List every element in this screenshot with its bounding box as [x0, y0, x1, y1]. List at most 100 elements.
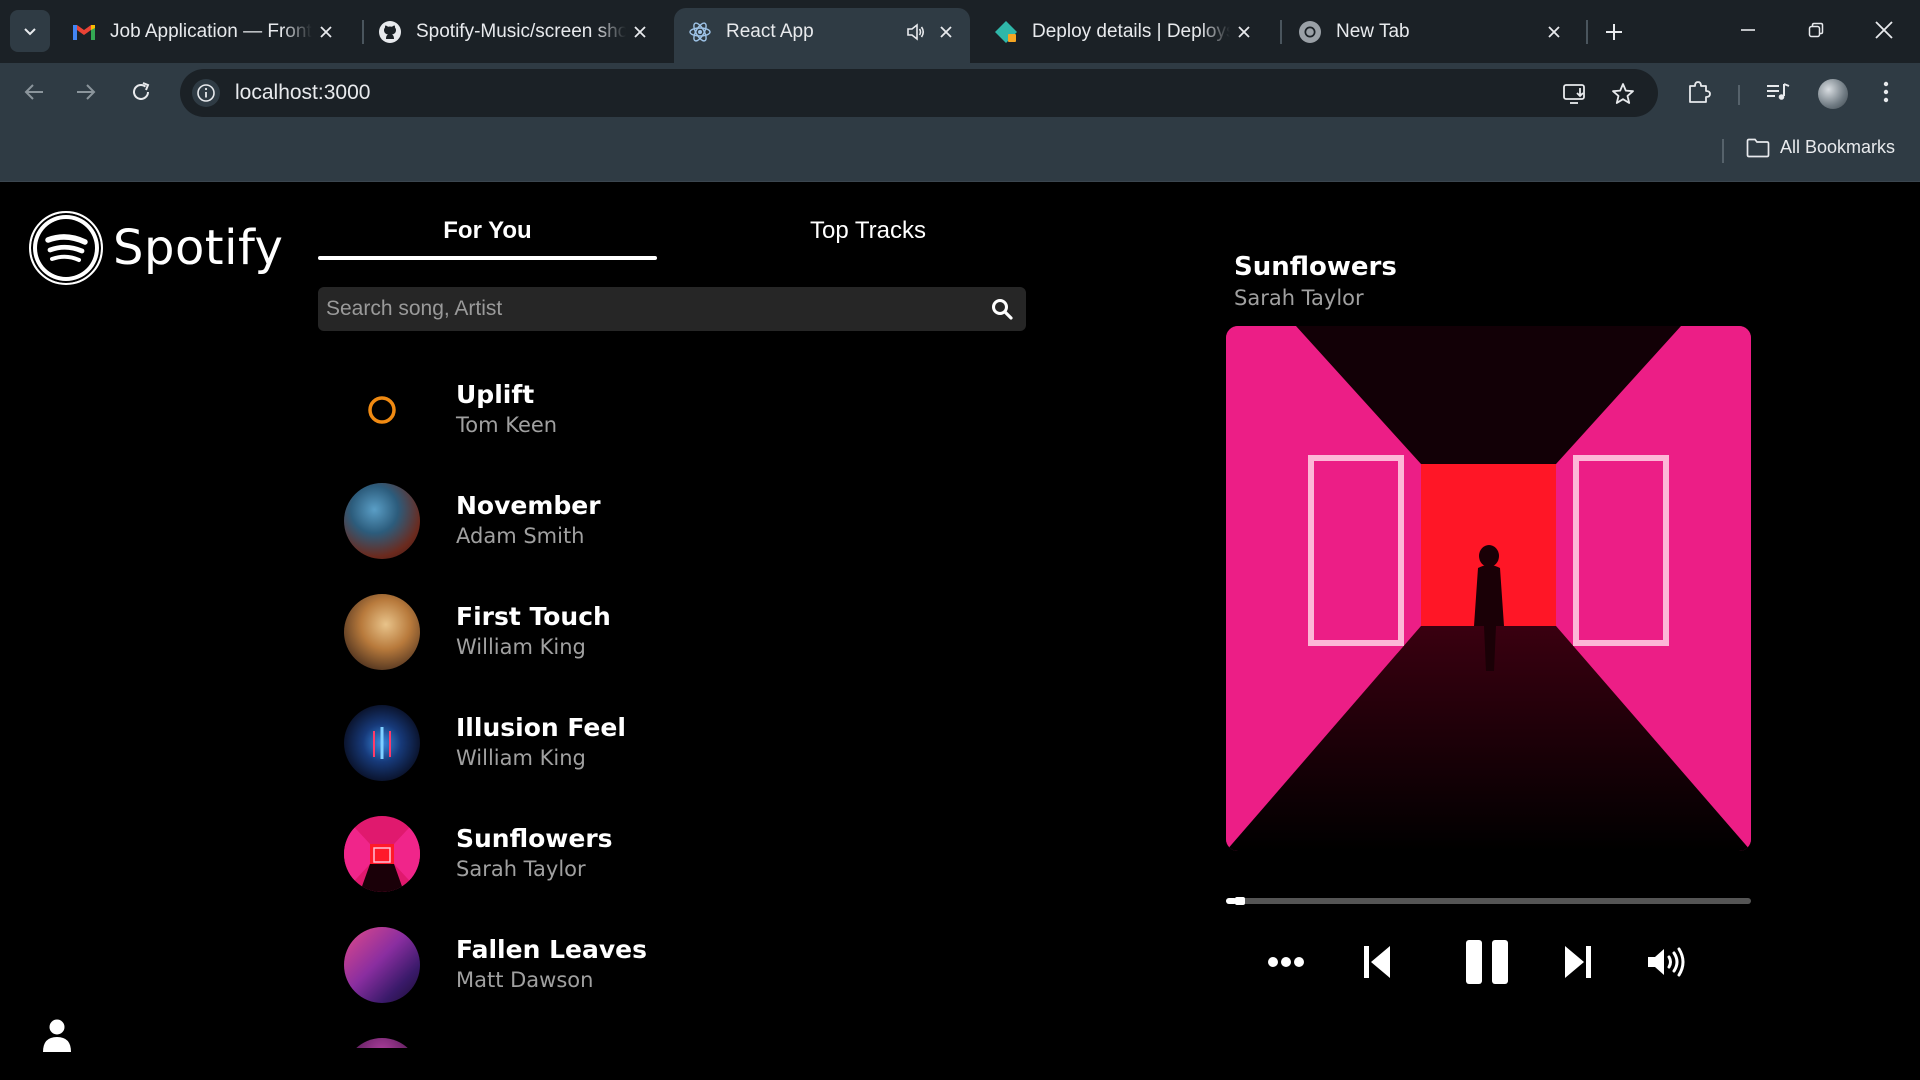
search-bar: [318, 287, 1026, 331]
loading-spinner-icon: [344, 372, 420, 448]
search-icon[interactable]: [990, 297, 1014, 321]
back-button[interactable]: [18, 76, 50, 108]
bookmarks-separator: [1722, 139, 1724, 163]
brand-name: Spotify: [113, 220, 284, 276]
reload-button[interactable]: [125, 76, 157, 108]
close-icon[interactable]: [312, 18, 340, 46]
close-icon[interactable]: [932, 18, 960, 46]
tab-netlify[interactable]: Deploy details | Deploys |: [980, 8, 1268, 55]
now-playing-title: Sunflowers: [1234, 252, 1397, 282]
tab-title: Deploy details | Deploys |: [1032, 20, 1230, 42]
minimize-icon: [1741, 29, 1755, 31]
song-artist: William King: [456, 635, 586, 659]
all-bookmarks-button[interactable]: All Bookmarks: [1746, 137, 1895, 158]
close-icon[interactable]: [626, 18, 654, 46]
restore-icon: [1808, 22, 1824, 38]
music-app: Spotify For You Top Tracks Uplift Tom Ke…: [0, 182, 1920, 1080]
tab-new-tab[interactable]: New Tab: [1284, 8, 1578, 55]
previous-track-button[interactable]: [1360, 932, 1394, 992]
song-item[interactable]: [344, 1036, 904, 1048]
address-bar[interactable]: localhost:3000: [180, 69, 1658, 117]
close-icon: [1875, 21, 1893, 39]
song-title: Sunflowers: [456, 824, 613, 853]
bookmarks-bar: All Bookmarks: [0, 121, 1920, 182]
close-icon[interactable]: [1230, 18, 1258, 46]
arrow-left-icon: [24, 84, 43, 100]
song-cover: [344, 594, 420, 670]
song-item[interactable]: November Adam Smith: [344, 481, 904, 561]
tab-title: React App: [726, 20, 814, 42]
forward-button[interactable]: [70, 76, 102, 108]
song-cover: [344, 927, 420, 1003]
puzzle-icon: [1689, 81, 1711, 103]
profile-avatar[interactable]: [1818, 79, 1848, 109]
song-artist: Matt Dawson: [456, 968, 594, 992]
song-title: November: [456, 491, 601, 520]
all-bookmarks-label: All Bookmarks: [1780, 137, 1896, 157]
browser-toolbar: localhost:3000: [0, 63, 1920, 121]
close-icon[interactable]: [1540, 18, 1568, 46]
site-info-icon[interactable]: [192, 79, 220, 107]
github-icon: [378, 20, 402, 44]
active-tab-indicator: [318, 256, 657, 260]
now-playing-cover: [1226, 326, 1751, 851]
tab-search-button[interactable]: [10, 10, 50, 52]
more-vertical-icon: [1883, 81, 1889, 103]
reload-icon: [133, 82, 150, 100]
tab-gmail[interactable]: Job Application — Frontend: [58, 8, 350, 55]
volume-icon: [1648, 947, 1685, 977]
minimize-button[interactable]: [1726, 10, 1770, 50]
song-title: Illusion Feel: [456, 713, 626, 742]
media-queue-icon: [1767, 83, 1790, 100]
song-item[interactable]: Fallen Leaves Matt Dawson: [344, 925, 904, 1005]
song-list: Uplift Tom Keen November Adam Smith Firs…: [344, 368, 944, 1048]
song-artist: Sarah Taylor: [456, 857, 586, 881]
tab-title: Job Application — Frontend: [110, 20, 312, 42]
tab-title: New Tab: [1336, 20, 1410, 42]
bookmark-star-icon[interactable]: [1610, 81, 1636, 107]
pause-icon: [1466, 940, 1508, 984]
song-cover: [344, 705, 420, 781]
more-options-button[interactable]: [1264, 932, 1308, 992]
new-tab-button[interactable]: [1596, 14, 1632, 50]
song-item[interactable]: Illusion Feel William King: [344, 703, 904, 783]
search-input[interactable]: [326, 287, 966, 331]
tab-top-tracks[interactable]: Top Tracks: [698, 217, 1038, 245]
spotify-logo[interactable]: Spotify: [29, 211, 283, 285]
song-title: Fallen Leaves: [456, 935, 647, 964]
play-pause-button[interactable]: [1462, 932, 1512, 992]
song-cover: [344, 1038, 420, 1048]
song-item[interactable]: Sunflowers Sarah Taylor: [344, 814, 904, 894]
audio-playing-icon[interactable]: [902, 18, 930, 46]
chevron-down-icon: [24, 28, 36, 36]
progress-handle[interactable]: [1234, 897, 1245, 905]
folder-icon: [1746, 138, 1770, 157]
restore-button[interactable]: [1794, 10, 1838, 50]
volume-button[interactable]: [1646, 932, 1686, 992]
browser-tabstrip: Job Application — Frontend Spotify-Music…: [0, 0, 1920, 63]
arrow-right-icon: [77, 84, 96, 100]
song-item[interactable]: First Touch William King: [344, 592, 904, 672]
skip-next-icon: [1565, 946, 1591, 978]
song-artist: Adam Smith: [456, 524, 585, 548]
spotify-icon: [29, 211, 103, 285]
install-app-icon[interactable]: [1562, 81, 1588, 107]
tab-for-you[interactable]: For You: [318, 217, 657, 245]
playback-progress-bar[interactable]: [1226, 897, 1751, 905]
tab-react-app[interactable]: React App: [674, 8, 970, 63]
media-controls-button[interactable]: [1762, 76, 1794, 108]
content-tabs: For You Top Tracks: [318, 217, 1028, 260]
tab-github[interactable]: Spotify-Music/screen shot: [364, 8, 664, 55]
tab-title: Spotify-Music/screen shot: [416, 20, 626, 42]
browser-menu-button[interactable]: [1870, 76, 1902, 108]
close-window-button[interactable]: [1862, 10, 1906, 50]
user-profile-icon[interactable]: [42, 1018, 72, 1052]
next-track-button[interactable]: [1562, 932, 1594, 992]
extensions-button[interactable]: [1683, 76, 1715, 108]
song-item[interactable]: Uplift Tom Keen: [344, 370, 904, 450]
url-text[interactable]: localhost:3000: [235, 81, 370, 105]
plus-icon: [1606, 24, 1622, 40]
song-cover: [344, 483, 420, 559]
song-artist: William King: [456, 746, 586, 770]
more-horizontal-icon: [1268, 957, 1304, 967]
